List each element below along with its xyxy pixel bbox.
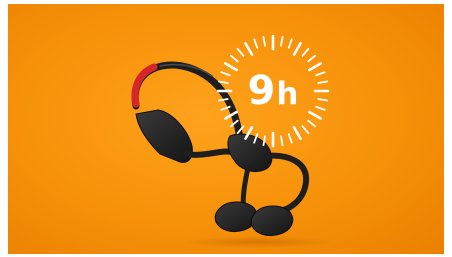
battery-hours-value: 9 <box>247 68 276 114</box>
product-banner: 9 h <box>8 4 444 254</box>
right-pod <box>250 205 294 237</box>
battery-life-badge: 9 h <box>214 32 332 150</box>
battery-hours-unit: h <box>276 76 299 112</box>
ground-shadow <box>183 236 333 248</box>
left-pod <box>214 201 258 233</box>
ear-hook <box>263 152 310 215</box>
